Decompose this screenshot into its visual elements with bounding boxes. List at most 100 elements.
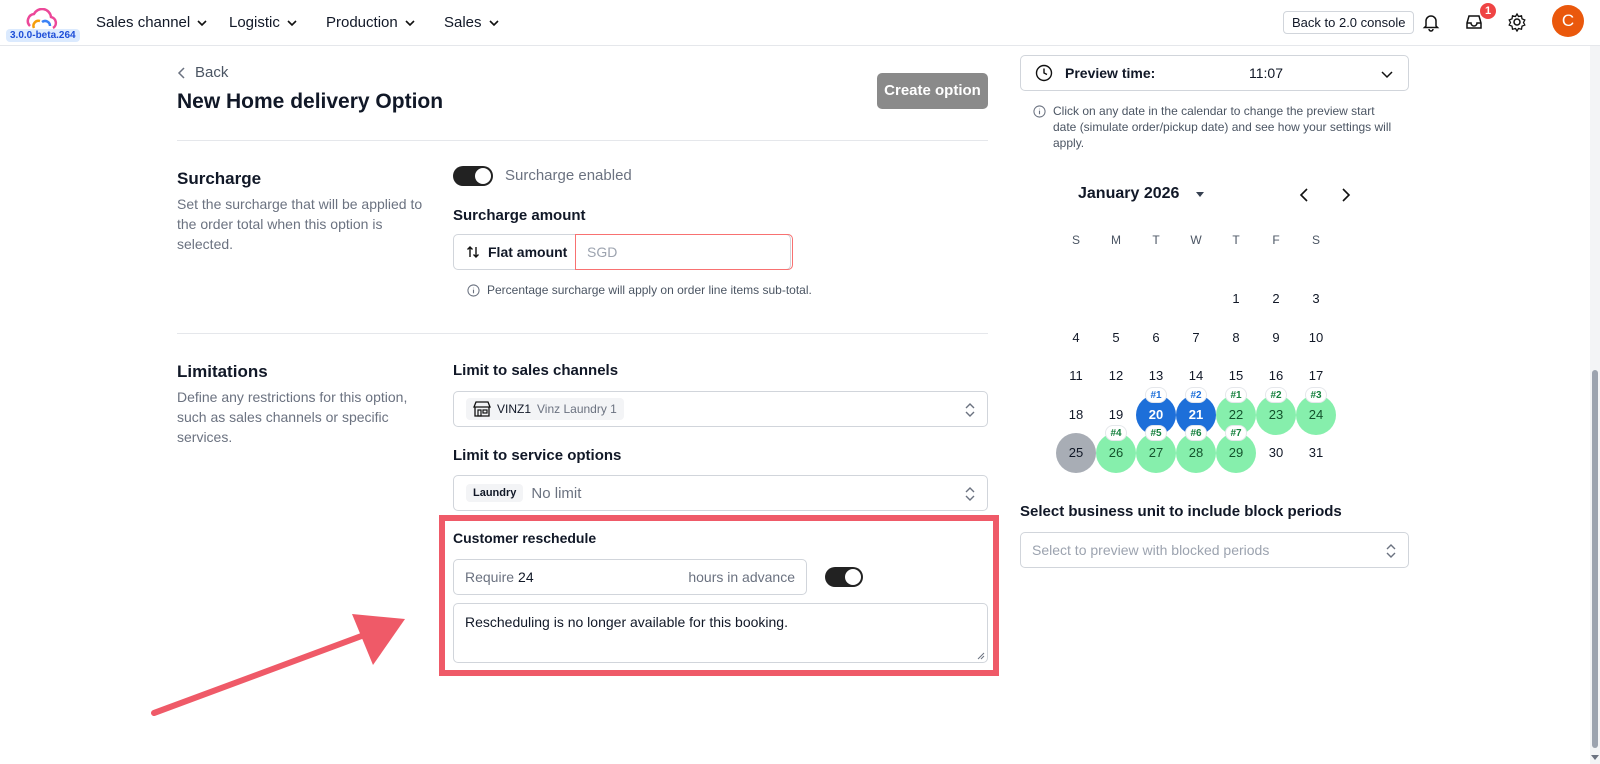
surcharge-hint-text: Percentage surcharge will apply on order… bbox=[487, 283, 812, 297]
chevron-down-icon bbox=[488, 19, 499, 26]
weekday-label: T bbox=[1152, 233, 1160, 247]
chevron-updown-icon bbox=[965, 403, 975, 417]
chevron-down-icon bbox=[405, 19, 415, 26]
version-badge: 3.0.0-beta.264 bbox=[6, 29, 80, 42]
weekday-label: S bbox=[1311, 233, 1320, 247]
chevron-down-icon bbox=[1381, 71, 1393, 79]
swap-vertical-icon bbox=[467, 246, 479, 258]
reschedule-toggle[interactable] bbox=[825, 567, 863, 587]
calendar-day[interactable]: 30 bbox=[1256, 433, 1296, 473]
back-to-console-button[interactable]: Back to 2.0 console bbox=[1283, 11, 1415, 34]
weekday-label: W bbox=[1190, 233, 1202, 247]
calendar-day[interactable]: 5 bbox=[1096, 318, 1136, 358]
chevron-right-icon[interactable] bbox=[1338, 187, 1352, 203]
calendar-day[interactable]: 8 bbox=[1216, 318, 1256, 358]
sales-channel-name: Vinz Laundry 1 bbox=[537, 402, 617, 416]
preview-time-value: 11:07 bbox=[1249, 65, 1283, 81]
chevron-updown-icon bbox=[1386, 544, 1396, 558]
calendar-day[interactable]: 7 bbox=[1176, 318, 1216, 358]
weekday-label: M bbox=[1111, 233, 1121, 247]
toggle-knob bbox=[845, 569, 861, 585]
day-sequence-tag: #2 bbox=[1265, 387, 1287, 403]
section-divider bbox=[177, 333, 988, 334]
nav-sales[interactable]: Sales bbox=[444, 14, 500, 31]
day-sequence-tag: #7 bbox=[1225, 425, 1247, 441]
back-label: Back bbox=[195, 64, 229, 81]
calendar-day[interactable]: 2 bbox=[1256, 279, 1296, 319]
calendar-day[interactable]: 31 bbox=[1296, 433, 1336, 473]
reschedule-hours-input[interactable]: Require 24 hours in advance bbox=[453, 559, 807, 595]
calendar-day[interactable]: 4 bbox=[1056, 318, 1096, 358]
day-sequence-tag: #2 bbox=[1185, 387, 1207, 403]
surcharge-amount-group: Flat amount SGD bbox=[453, 234, 793, 270]
chevron-updown-icon bbox=[965, 487, 975, 501]
calendar-day[interactable]: 10 bbox=[1296, 318, 1336, 358]
business-unit-select[interactable]: Select to preview with blocked periods bbox=[1020, 532, 1409, 568]
sales-channel-chip[interactable]: VINZ1 Vinz Laundry 1 bbox=[466, 398, 624, 420]
business-unit-placeholder: Select to preview with blocked periods bbox=[1032, 542, 1270, 558]
chevron-left-icon bbox=[177, 66, 185, 79]
toggle-knob bbox=[475, 168, 491, 184]
calendar-day[interactable]: 18 bbox=[1056, 395, 1096, 435]
section-divider bbox=[177, 140, 988, 141]
resize-handle-icon[interactable] bbox=[977, 652, 985, 660]
surcharge-amount-label: Surcharge amount bbox=[453, 207, 586, 224]
customer-reschedule-label: Customer reschedule bbox=[453, 530, 597, 546]
month-label: January 2026 bbox=[1078, 185, 1180, 202]
nav-label: Logistic bbox=[229, 14, 280, 31]
surcharge-toggle[interactable] bbox=[453, 166, 493, 186]
nav-label: Sales bbox=[444, 14, 482, 31]
chevron-down-icon bbox=[287, 19, 297, 26]
amount-type-toggle[interactable]: Flat amount bbox=[454, 235, 576, 269]
nav-sales-channel[interactable]: Sales channel bbox=[96, 14, 208, 31]
day-sequence-tag: #1 bbox=[1145, 387, 1167, 403]
sales-channels-select[interactable]: VINZ1 Vinz Laundry 1 bbox=[453, 391, 988, 427]
nav-production[interactable]: Production bbox=[326, 14, 416, 31]
sales-channel-code: VINZ1 bbox=[497, 402, 532, 416]
info-icon bbox=[1033, 105, 1046, 118]
require-prefix: Require bbox=[465, 569, 515, 585]
chevron-left-icon[interactable] bbox=[1298, 187, 1312, 203]
store-icon bbox=[473, 401, 491, 417]
surcharge-toggle-label: Surcharge enabled bbox=[505, 167, 632, 184]
surcharge-hint: Percentage surcharge will apply on order… bbox=[467, 283, 812, 297]
scroll-down-arrow-icon[interactable] bbox=[1590, 752, 1600, 762]
surcharge-amount-input[interactable]: SGD bbox=[575, 234, 793, 270]
business-unit-label: Select business unit to include block pe… bbox=[1020, 503, 1342, 520]
reschedule-message-textarea[interactable]: Rescheduling is no longer available for … bbox=[453, 603, 988, 663]
limitations-description: Define any restrictions for this option,… bbox=[177, 389, 408, 445]
day-sequence-tag: #4 bbox=[1105, 425, 1127, 441]
info-icon bbox=[467, 283, 480, 297]
service-chip[interactable]: Laundry bbox=[466, 484, 524, 502]
create-option-button[interactable]: Create option bbox=[877, 73, 988, 109]
bell-icon[interactable] bbox=[1421, 12, 1441, 32]
nav-label: Sales channel bbox=[96, 14, 191, 31]
gear-icon[interactable] bbox=[1507, 12, 1527, 32]
nav-logistic[interactable]: Logistic bbox=[229, 14, 298, 31]
preview-time-select[interactable]: Preview time: 11:07 bbox=[1020, 55, 1409, 91]
sales-channels-label: Limit to sales channels bbox=[453, 362, 619, 379]
scrollbar-thumb[interactable] bbox=[1592, 370, 1598, 748]
service-options-label: Limit to service options bbox=[453, 447, 622, 464]
day-sequence-tag: #3 bbox=[1305, 387, 1327, 403]
preview-note: Click on any date in the calendar to cha… bbox=[1053, 104, 1392, 150]
weekday-label: F bbox=[1272, 233, 1280, 247]
back-link[interactable]: Back bbox=[177, 64, 228, 81]
user-avatar[interactable]: C bbox=[1552, 5, 1584, 37]
notification-badge: 1 bbox=[1480, 3, 1496, 19]
month-selector[interactable]: January 2026 bbox=[1078, 185, 1205, 203]
calendar-day[interactable]: 1 bbox=[1216, 279, 1256, 319]
service-options-select[interactable]: Laundry No limit bbox=[453, 475, 988, 511]
title-suffix: Option bbox=[369, 90, 444, 113]
calendar-day[interactable]: 12 bbox=[1096, 356, 1136, 396]
calendar-day[interactable]: 25 bbox=[1056, 433, 1096, 473]
surcharge-title: Surcharge bbox=[177, 169, 262, 188]
day-sequence-tag: #5 bbox=[1145, 425, 1167, 441]
calendar-day[interactable]: 6 bbox=[1136, 318, 1176, 358]
calendar-day[interactable]: 9 bbox=[1256, 318, 1296, 358]
calendar-day[interactable]: 3 bbox=[1296, 279, 1336, 319]
preview-time-label: Preview time: bbox=[1065, 65, 1156, 81]
chevron-down-icon bbox=[197, 19, 207, 26]
calendar-day[interactable]: 11 bbox=[1056, 356, 1096, 396]
title-strong: Home delivery bbox=[226, 90, 370, 113]
